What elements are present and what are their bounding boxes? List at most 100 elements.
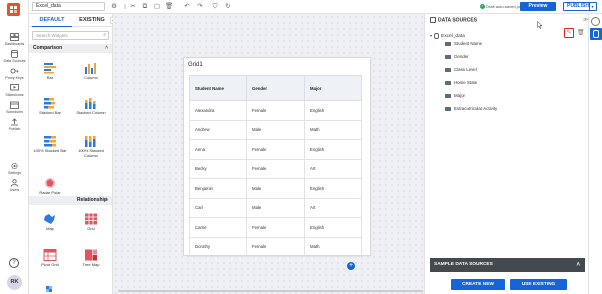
grid-cell: Female	[246, 139, 305, 160]
tab-existing[interactable]: EXISTING	[73, 14, 111, 27]
table-row[interactable]: Carrie Female English	[189, 217, 362, 238]
widget-radar-polar[interactable]: Radar Polar	[31, 177, 69, 196]
table-row[interactable]: Becky Female Art	[189, 158, 362, 179]
nav-item-proxy-keys[interactable]: Proxy Keys	[0, 67, 29, 80]
widget-bar[interactable]: Bar	[31, 62, 69, 81]
field-item[interactable]: Home State	[445, 79, 477, 87]
grid-cell: Male	[246, 178, 305, 199]
search-input[interactable]: Search Widgets ⌕	[32, 31, 109, 40]
field-item[interactable]: Extracurricular Activity	[445, 105, 497, 113]
field-item[interactable]: Gender	[445, 53, 469, 61]
undo-icon[interactable]: ↶	[183, 3, 191, 11]
dashboard-icon	[10, 33, 19, 41]
create-new-button[interactable]: CREATE NEW	[451, 279, 505, 290]
widget-heatmap[interactable]	[31, 284, 69, 294]
filter-icon[interactable]: ⛉	[211, 3, 219, 11]
widget-column[interactable]: Column	[72, 62, 110, 81]
refresh-icon[interactable]: ↻	[224, 3, 232, 11]
edit-data-source-button[interactable]: ✎	[564, 28, 574, 38]
grid-cell: Benjamin	[189, 178, 247, 199]
widget-stacked-column[interactable]: Stacked Column	[72, 97, 110, 116]
top-toolbar: Excel_data ⚙ | ✂ ⧉ ▢ 🗑 ↶ ↷ ⛉ ↻ ✓ Draft au…	[29, 0, 602, 14]
data-source-toggle[interactable]	[590, 28, 602, 40]
category-comparison[interactable]: Comparison ˄	[29, 44, 112, 53]
stacked-column-100-icon	[85, 136, 96, 147]
field-item[interactable]: Major	[445, 92, 465, 100]
table-row[interactable]: Benjamin Male English	[189, 178, 362, 199]
widget-stacked-bar[interactable]: Stacked Bar	[31, 97, 69, 116]
nav-item-users[interactable]: Users	[0, 179, 29, 192]
column-header[interactable]: Gender	[246, 75, 305, 101]
column-header[interactable]: Major	[304, 75, 362, 101]
widget-100-stacked-bar[interactable]: 100% Stacked Bar	[31, 135, 69, 154]
chevron-down-icon[interactable]: ▾	[430, 33, 432, 38]
widget-title: Grid1	[188, 62, 203, 68]
add-widget-button[interactable]: +	[347, 262, 355, 270]
grid-cell: Female	[246, 217, 305, 238]
gear-icon[interactable]	[591, 17, 600, 26]
left-navigation: Dashboards Data Sources Proxy Keys Slide…	[0, 0, 29, 294]
widget-grid[interactable]: Grid	[72, 213, 110, 232]
grid-cell: Art	[304, 197, 362, 218]
tree-map-icon	[85, 249, 97, 261]
widget-pivot-grid[interactable]: Pivot Grid	[31, 249, 69, 268]
grid-cell: Alexandra	[189, 100, 247, 121]
nav-item-data-sources[interactable]: Data Sources	[0, 50, 29, 63]
publish-button[interactable]: PUBLISH ▾	[563, 2, 597, 11]
bar-chart-icon	[44, 63, 56, 74]
data-source-item[interactable]: ▾ Excel_data	[430, 31, 584, 40]
column-header[interactable]: Student Name	[189, 75, 247, 101]
right-properties-strip	[588, 14, 602, 294]
delete-icon[interactable]: 🗑	[165, 3, 173, 11]
redo-icon[interactable]: ↷	[196, 3, 204, 11]
table-row[interactable]: Anna Female English	[189, 139, 362, 160]
nav-item-dashboards[interactable]: Dashboards	[0, 33, 29, 46]
grid-cell: Anna	[189, 139, 247, 160]
nav-label: Dashboards	[4, 42, 25, 46]
field-item[interactable]: Class Level	[445, 66, 477, 74]
pivot-grid-icon	[43, 249, 57, 261]
sample-data-sources-header[interactable]: SAMPLE DATA SOURCES ˄	[430, 258, 585, 272]
nav-item-schedules[interactable]: Schedules	[0, 101, 29, 114]
nav-item-settings[interactable]: Settings	[0, 162, 29, 175]
widget-tree-map[interactable]: Tree Map	[72, 249, 110, 268]
table-row[interactable]: Andrew Male Math	[189, 119, 362, 140]
grid-widget[interactable]: Grid1 Student Name Gender Major Alexandr…	[183, 57, 371, 257]
paste-icon[interactable]: ▢	[153, 3, 161, 11]
grid-cell: Math	[304, 119, 362, 140]
user-icon	[10, 179, 19, 187]
app-logo[interactable]	[7, 3, 20, 16]
preview-button[interactable]: Preview	[520, 2, 556, 11]
stacked-bar-100-icon	[44, 136, 56, 147]
stacked-bar-icon	[44, 98, 55, 109]
settings-icon[interactable]: ⚙	[110, 3, 118, 11]
help-button[interactable]: ?	[9, 258, 19, 268]
tab-default[interactable]: DEFAULT	[32, 14, 72, 27]
dashboard-name-input[interactable]: Excel_data	[32, 2, 105, 11]
nav-item-publish[interactable]: Publish	[0, 118, 29, 131]
nav-label: Proxy Keys	[5, 76, 24, 80]
table-row[interactable]: Carl Male Art	[189, 197, 362, 218]
category-relationship[interactable]: Relationship ˄	[29, 196, 112, 205]
widget-100-stacked-column[interactable]: 100% Stacked Column	[72, 135, 110, 158]
use-existing-button[interactable]: USE EXISTING	[510, 279, 567, 290]
nav-label: Users	[9, 188, 20, 192]
column-chart-icon	[85, 63, 96, 74]
table-row[interactable]: Dorothy Female Math	[189, 236, 362, 257]
copy-icon[interactable]: ⧉	[141, 3, 149, 11]
cut-icon[interactable]: ✂	[129, 3, 137, 11]
grid-cell: Female	[246, 100, 305, 121]
horizontal-scrollbar[interactable]	[118, 290, 423, 292]
table-row[interactable]: Alexandra Female English	[189, 100, 362, 121]
nav-item-slideshows[interactable]: Slideshows	[0, 84, 29, 97]
panel-title: DATA SOURCES	[430, 17, 477, 23]
grid-cell: Andrew	[189, 119, 247, 140]
grid-cell: Math	[304, 236, 362, 257]
widget-map[interactable]: Map	[31, 213, 69, 232]
check-icon: ✓	[480, 4, 485, 10]
avatar[interactable]: RK	[7, 275, 22, 290]
chevron-down-icon[interactable]: ▾	[589, 3, 595, 10]
delete-icon[interactable]: 🗑	[577, 29, 585, 37]
field-item[interactable]: Student Name	[445, 40, 482, 48]
publish-icon	[11, 118, 18, 126]
